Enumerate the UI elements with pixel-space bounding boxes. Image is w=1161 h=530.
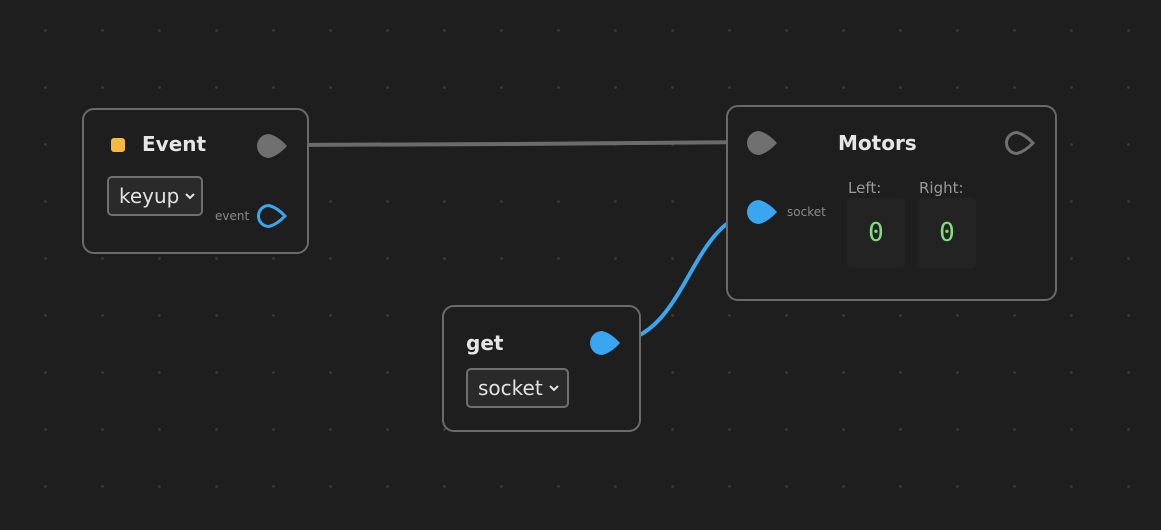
event-output-label: event	[215, 209, 250, 223]
data-port-icon	[747, 200, 777, 224]
motors-socket-input-port[interactable]	[746, 199, 778, 225]
chevron-down-icon	[185, 193, 196, 200]
motors-node[interactable]: Motors socket Left: Right: 0 0	[726, 105, 1057, 301]
data-port-icon	[590, 331, 620, 355]
event-status-dot	[111, 138, 125, 152]
event-data-output-port[interactable]	[256, 203, 288, 229]
motors-exec-input-port[interactable]	[746, 130, 778, 156]
event-type-select[interactable]: keyup	[107, 176, 203, 216]
get-key-select[interactable]: socket	[466, 368, 569, 408]
right-motor-value: 0	[918, 198, 976, 268]
exec-wire[interactable]	[287, 140, 761, 147]
motors-exec-output-port[interactable]	[1004, 130, 1036, 156]
exec-port-icon	[257, 134, 287, 158]
data-port-outline-icon	[257, 203, 288, 229]
chevron-down-icon	[548, 385, 559, 392]
motors-socket-input-label: socket	[787, 205, 826, 219]
exec-port-outline-icon	[1005, 130, 1036, 156]
get-node[interactable]: get socket	[442, 305, 641, 432]
get-key-select-value: socket	[478, 376, 543, 400]
get-node-title: get	[466, 331, 504, 355]
event-node[interactable]: Event keyup event	[82, 108, 309, 254]
event-type-select-value: keyup	[119, 184, 180, 208]
left-motor-value: 0	[847, 198, 905, 268]
event-exec-output-port[interactable]	[256, 133, 288, 159]
right-motor-label: Right:	[919, 179, 964, 197]
left-motor-label: Left:	[848, 179, 882, 197]
event-node-title: Event	[142, 132, 207, 156]
get-data-output-port[interactable]	[589, 330, 621, 356]
exec-port-icon	[747, 131, 777, 155]
motors-node-title: Motors	[838, 131, 917, 155]
